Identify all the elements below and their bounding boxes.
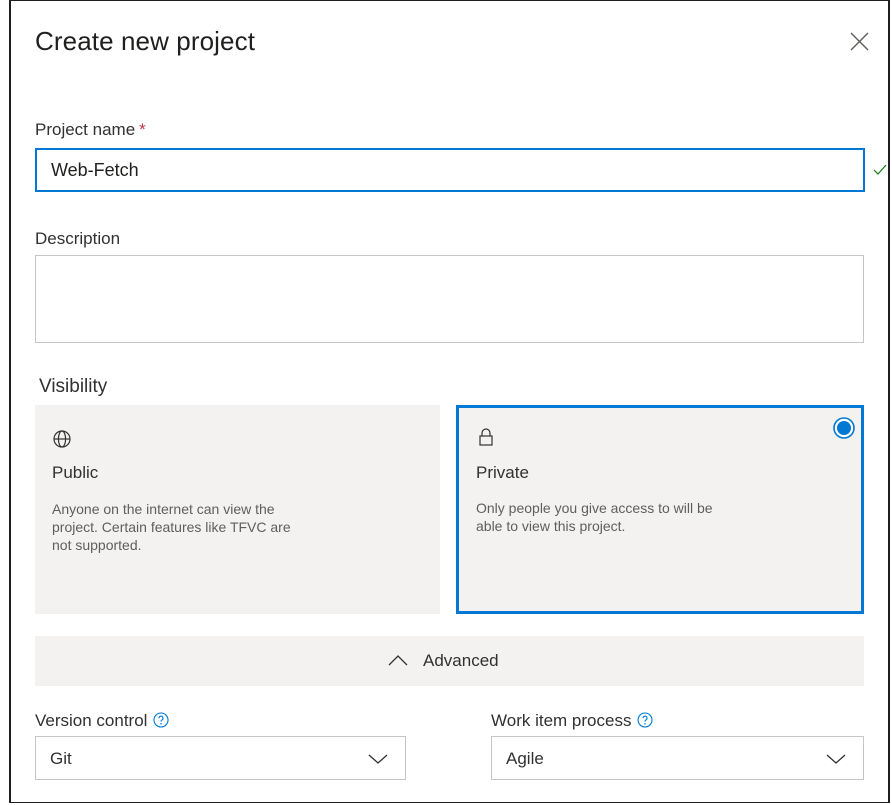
dialog-title: Create new project [35, 26, 256, 56]
help-icon[interactable] [637, 712, 654, 728]
chevron-down-icon [368, 754, 388, 764]
private-title: Private [476, 463, 529, 482]
help-icon[interactable] [153, 712, 170, 728]
work-item-process-label: Work item process [491, 711, 654, 731]
version-control-label-text: Version control [35, 711, 148, 730]
public-description: Anyone on the internet can view the proj… [52, 501, 291, 553]
checkmark-icon [873, 164, 887, 175]
project-name-input[interactable]: Web-Fetch [35, 148, 865, 192]
version-control-value: Git [50, 749, 72, 768]
close-icon[interactable] [845, 28, 873, 56]
work-item-process-select[interactable]: Agile [491, 736, 864, 780]
advanced-toggle[interactable]: Advanced [35, 636, 864, 686]
public-title: Public [52, 463, 99, 482]
version-control-select[interactable]: Git [35, 736, 406, 780]
description-label: Description [35, 229, 121, 248]
chevron-down-icon [826, 754, 846, 764]
required-marker: * [139, 120, 146, 139]
chevron-up-icon [388, 655, 408, 666]
visibility-option-public[interactable]: Public Anyone on the internet can view t… [35, 405, 440, 614]
description-input[interactable] [35, 255, 864, 343]
globe-icon [53, 430, 71, 448]
lock-icon [479, 428, 493, 446]
project-name-label-text: Project name [35, 120, 136, 139]
work-item-process-value: Agile [506, 749, 544, 768]
advanced-label: Advanced [423, 651, 499, 670]
visibility-option-private[interactable]: Private Only people you give access to w… [456, 405, 864, 614]
version-control-label: Version control [35, 711, 170, 731]
private-description: Only people you give access to will be a… [476, 500, 713, 534]
visibility-label: Visibility [39, 376, 108, 397]
work-item-process-label-text: Work item process [491, 711, 632, 730]
selected-radio-icon[interactable] [833, 417, 855, 439]
project-name-label: Project name * [35, 120, 146, 140]
